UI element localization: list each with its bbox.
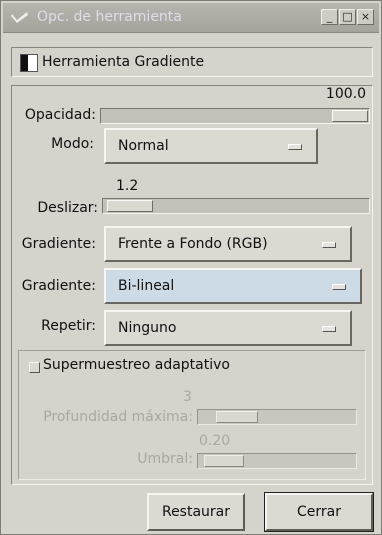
repeat-label: Repetir: xyxy=(41,318,96,334)
offset-slider-thumb[interactable] xyxy=(107,200,153,212)
tool-name: Herramienta Gradiente xyxy=(42,54,205,70)
chevron-down-icon xyxy=(332,284,346,290)
tool-header: Herramienta Gradiente xyxy=(11,47,373,77)
threshold-label: Umbral: xyxy=(137,451,193,467)
maximize-button[interactable]: □ xyxy=(339,9,356,25)
supersample-section: Supermuestreo adaptativo 3 Profundidad m… xyxy=(18,350,366,480)
mode-label: Modo: xyxy=(51,136,94,152)
reset-button[interactable]: Restaurar xyxy=(147,493,245,531)
max-depth-label: Profundidad máxima: xyxy=(43,409,193,425)
gradient-type-select[interactable]: Bi-lineal xyxy=(104,268,362,304)
chevron-down-icon xyxy=(322,326,336,332)
gradient-type-select-value: Bi-lineal xyxy=(118,278,175,294)
offset-value: 1.2 xyxy=(116,178,139,194)
close-window-button[interactable]: × xyxy=(357,9,374,25)
max-depth-value: 3 xyxy=(183,389,192,405)
opacity-label: Opacidad: xyxy=(24,107,96,123)
threshold-slider-thumb[interactable] xyxy=(204,455,244,467)
window-title: Opc. de herramienta xyxy=(37,9,182,25)
opacity-slider-thumb[interactable] xyxy=(332,110,368,122)
gradient-tool-icon xyxy=(20,54,38,72)
chevron-down-icon xyxy=(322,242,336,248)
offset-label: Deslizar: xyxy=(37,200,98,216)
offset-slider[interactable] xyxy=(102,198,370,214)
minimize-button[interactable]: _ xyxy=(321,9,338,25)
opacity-value: 100.0 xyxy=(325,86,366,102)
gradient-select-value: Frente a Fondo (RGB) xyxy=(118,236,268,252)
options-pane: 100.0 Opacidad: Modo: Normal 1.2 Desliza… xyxy=(11,85,373,485)
threshold-slider[interactable] xyxy=(197,453,357,469)
opacity-slider[interactable] xyxy=(100,108,370,124)
gradient-type-label: Gradiente: xyxy=(21,278,96,294)
threshold-value: 0.20 xyxy=(199,433,231,449)
title-bar[interactable]: Opc. de herramienta _ □ × xyxy=(3,3,379,33)
supersample-checkbox[interactable] xyxy=(29,362,40,373)
max-depth-slider-thumb[interactable] xyxy=(216,411,258,423)
max-depth-slider[interactable] xyxy=(197,409,357,425)
repeat-select[interactable]: Ninguno xyxy=(104,310,352,346)
gradient-select[interactable]: Frente a Fondo (RGB) xyxy=(104,226,352,262)
chevron-down-icon xyxy=(288,144,302,150)
mode-select[interactable]: Normal xyxy=(104,128,318,164)
tool-options-window: Opc. de herramienta _ □ × Herramienta Gr… xyxy=(0,0,382,535)
supersample-label: Supermuestreo adaptativo xyxy=(43,357,230,373)
close-button[interactable]: Cerrar xyxy=(264,492,374,532)
mode-select-value: Normal xyxy=(118,138,169,154)
window-menu-icon[interactable] xyxy=(11,11,29,24)
repeat-select-value: Ninguno xyxy=(118,320,177,336)
gradient-label: Gradiente: xyxy=(21,236,96,252)
